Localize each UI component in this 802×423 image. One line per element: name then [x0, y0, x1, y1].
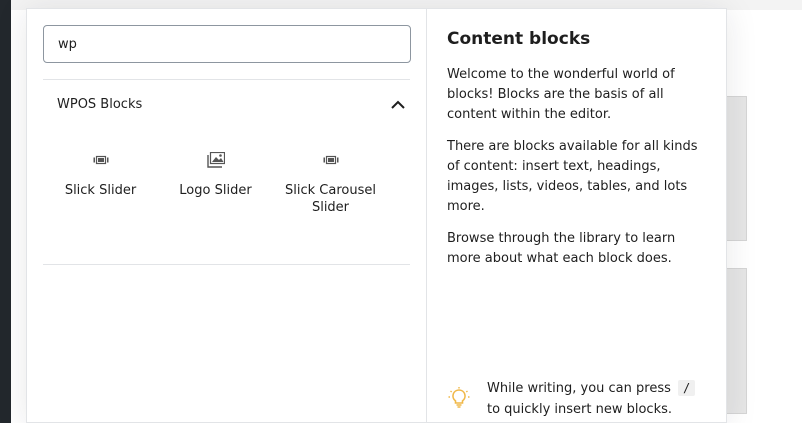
search-wrap	[27, 9, 426, 79]
editor-block-placeholder	[724, 268, 747, 414]
tips-paragraph: There are blocks available for all kinds…	[447, 139, 698, 214]
tip-shortcut: While writing, you can press / to quickl…	[447, 378, 707, 420]
block-item-logo-slider[interactable]: Logo Slider	[158, 128, 273, 264]
tips-paragraph: Browse through the library to learn more…	[447, 231, 676, 266]
divider	[43, 264, 410, 265]
panel-header[interactable]: WPOS Blocks	[27, 80, 426, 128]
editor-block-placeholder	[724, 96, 747, 241]
tip-text-before: While writing, you can press	[487, 381, 671, 396]
tips-title: Content blocks	[447, 29, 591, 49]
slider-icon	[91, 150, 111, 170]
slash-key: /	[678, 380, 696, 396]
inserter-main-panel: WPOS Blocks Slick Slider	[27, 9, 427, 422]
block-list: Slick Slider Logo Slider Slick Carousel …	[27, 128, 426, 264]
tips-paragraph: Welcome to the wonderful world of blocks…	[447, 67, 675, 122]
admin-sidebar	[0, 0, 11, 423]
panel-title: WPOS Blocks	[57, 96, 143, 112]
block-inserter-popover: WPOS Blocks Slick Slider	[26, 8, 727, 423]
lightbulb-icon	[447, 386, 471, 410]
tip-text-after: to quickly insert new blocks.	[487, 402, 672, 417]
slider-icon	[321, 150, 341, 170]
inserter-tips-panel: Content blocks Welcome to the wonderful …	[427, 9, 727, 422]
block-item-label: Slick Carousel Slider	[285, 183, 376, 215]
block-item-slick-carousel-slider[interactable]: Slick Carousel Slider	[273, 128, 388, 264]
tip-shortcut-text: While writing, you can press / to quickl…	[487, 378, 707, 420]
search-input[interactable]	[43, 25, 411, 63]
block-item-label: Slick Slider	[64, 183, 137, 198]
chevron-up-icon[interactable]	[386, 92, 410, 116]
block-item-label: Logo Slider	[179, 183, 252, 198]
images-icon	[206, 150, 226, 170]
block-item-slick-slider[interactable]: Slick Slider	[43, 128, 158, 264]
